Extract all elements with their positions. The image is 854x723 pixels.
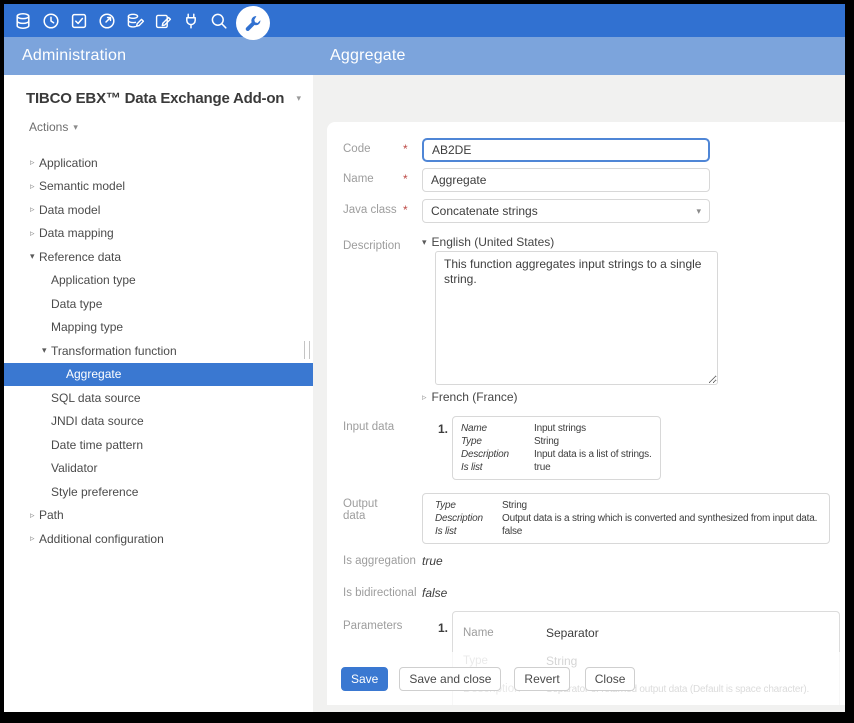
tree-item-style-preference[interactable]: Style preference [4, 480, 313, 504]
output-data-label: Output data [343, 493, 403, 544]
is-aggregation-value: true [422, 550, 845, 569]
pane-header-bar: Administration Aggregate [4, 37, 845, 75]
actions-menu[interactable]: Actions ▾ [29, 120, 78, 134]
tree-item-path[interactable]: Path [4, 504, 313, 528]
list-index: 1. [422, 416, 452, 480]
required-indicator: * [403, 138, 422, 162]
pane-title-administration: Administration [22, 37, 126, 75]
sidebar-title: TIBCO EBX™ Data Exchange Add-on [26, 90, 284, 107]
tree-item-additional-configuration[interactable]: Additional configuration [4, 527, 313, 551]
gauge-icon[interactable] [93, 4, 121, 37]
sidebar-resize-grip[interactable] [304, 341, 310, 359]
action-bar: Save Save and close Revert Close [327, 652, 845, 705]
tree-item-jndi-data-source[interactable]: JNDI data source [4, 410, 313, 434]
clock-icon[interactable] [37, 4, 65, 37]
tree-item-semantic-model[interactable]: Semantic model [4, 175, 313, 199]
top-toolbar [4, 4, 845, 37]
java-class-value: Concatenate strings [431, 204, 538, 218]
tree-item-mapping-type[interactable]: Mapping type [4, 316, 313, 340]
chevron-down-icon: ▾ [73, 122, 78, 133]
chevron-right-icon [30, 157, 39, 168]
tree-item-reference-data[interactable]: Reference data [4, 245, 313, 269]
form-card: Code * Name * Java class * [327, 122, 845, 705]
description-english-textarea[interactable]: This function aggregates input strings t… [435, 251, 718, 385]
code-label: Code [343, 138, 403, 162]
input-data-box: NameInput strings TypeString Description… [452, 416, 661, 480]
record-form: Code * Name * Java class * [327, 122, 845, 705]
required-indicator: * [403, 168, 422, 192]
is-aggregation-label: Is aggregation [343, 550, 422, 569]
chevron-down-icon: ▾ [696, 206, 701, 217]
name-input[interactable] [422, 168, 710, 192]
tree-item-aggregate-selected[interactable]: Aggregate [4, 363, 313, 387]
tree-item-application[interactable]: Application [4, 151, 313, 175]
sidebar-title-menu[interactable]: TIBCO EBX™ Data Exchange Add-on ▾ [4, 75, 313, 107]
output-data-box: TypeString DescriptionOutput data is a s… [422, 493, 830, 544]
database-icon[interactable] [9, 4, 37, 37]
locale-french-label: French (France) [432, 390, 518, 404]
chevron-down-icon: ▾ [292, 93, 301, 104]
app-window: Administration Aggregate TIBCO EBX™ Data… [4, 4, 845, 712]
chevron-down-icon [42, 345, 51, 356]
tree-item-sql-data-source[interactable]: SQL data source [4, 386, 313, 410]
tree-item-date-time-pattern[interactable]: Date time pattern [4, 433, 313, 457]
tree-item-data-mapping[interactable]: Data mapping [4, 222, 313, 246]
java-class-label: Java class [343, 199, 403, 223]
tree-item-validator[interactable]: Validator [4, 457, 313, 481]
is-bidirectional-value: false [422, 582, 845, 601]
required-indicator: * [403, 199, 422, 223]
description-label: Description [343, 235, 403, 404]
java-class-select[interactable]: Concatenate strings ▾ [422, 199, 710, 223]
chevron-right-icon [30, 510, 39, 521]
locale-english-toggle[interactable]: ▾ English (United States) [422, 235, 845, 249]
input-data-label: Input data [343, 416, 403, 480]
name-label: Name [343, 168, 403, 192]
tree-item-transformation-function[interactable]: Transformation function [4, 339, 313, 363]
chevron-right-icon [30, 204, 39, 215]
data-model-icon[interactable] [121, 4, 149, 37]
locale-french-toggle[interactable]: ▹ French (France) [422, 390, 845, 404]
revert-button[interactable]: Revert [514, 667, 569, 691]
wrench-icon-selected[interactable] [236, 6, 270, 40]
actions-label: Actions [29, 120, 68, 134]
is-bidirectional-label: Is bidirectional [343, 582, 422, 601]
tasks-icon[interactable] [65, 4, 93, 37]
tree-item-data-type[interactable]: Data type [4, 292, 313, 316]
pane-title-aggregate: Aggregate [330, 37, 406, 75]
chevron-down-icon [30, 251, 39, 262]
chevron-right-icon: ▹ [422, 390, 427, 404]
form-edit-icon[interactable] [149, 4, 177, 37]
plug-icon[interactable] [177, 4, 205, 37]
search-icon[interactable] [205, 4, 233, 37]
chevron-right-icon [30, 228, 39, 239]
navigation-tree: Application Semantic model Data model Da… [4, 151, 313, 551]
parameter-name-value: Separator [546, 626, 599, 640]
code-input[interactable] [422, 138, 710, 162]
sidebar: TIBCO EBX™ Data Exchange Add-on ▾ Action… [4, 75, 313, 712]
tree-item-data-model[interactable]: Data model [4, 198, 313, 222]
chevron-right-icon [30, 181, 39, 192]
close-button[interactable]: Close [585, 667, 636, 691]
chevron-right-icon [30, 533, 39, 544]
chevron-down-icon: ▾ [422, 235, 427, 249]
tree-item-application-type[interactable]: Application type [4, 269, 313, 293]
main-panel: Code * Name * Java class * [313, 75, 845, 712]
save-button[interactable]: Save [341, 667, 388, 691]
save-and-close-button[interactable]: Save and close [399, 667, 501, 691]
locale-english-label: English (United States) [432, 235, 555, 249]
